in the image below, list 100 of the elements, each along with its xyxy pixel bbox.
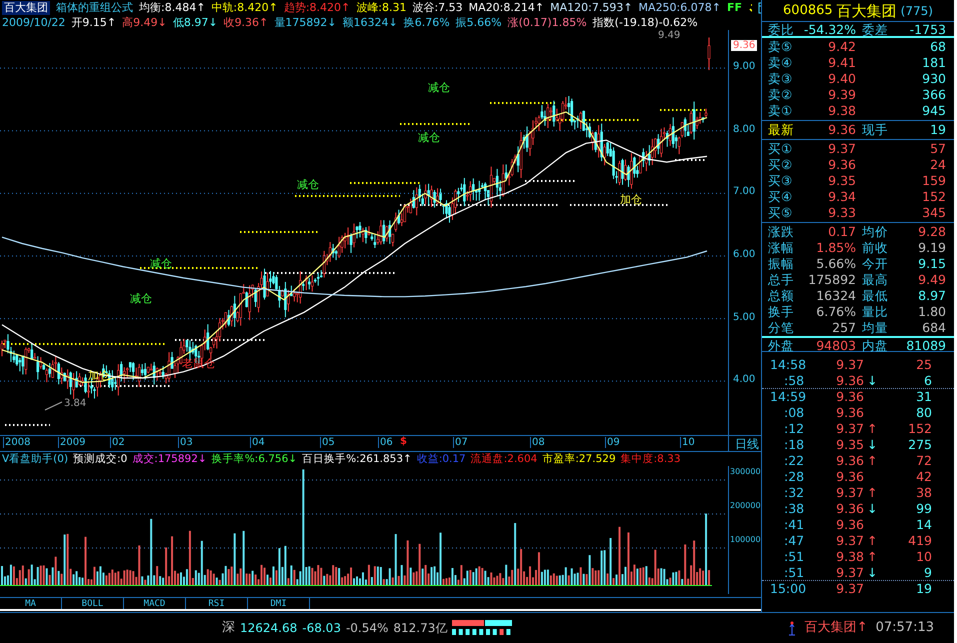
price-field: 指数(-19.18)-0.62% bbox=[592, 16, 698, 30]
tick-volume: 38 bbox=[915, 485, 932, 500]
bid-price: 9.36 bbox=[827, 157, 856, 173]
indicator-value: MA120:7.593↑ bbox=[550, 0, 633, 14]
price-axis-label: 7.00 bbox=[733, 186, 756, 198]
volume-indicator: 收益:0.17 bbox=[416, 452, 466, 466]
tick-price: 9.36 bbox=[835, 389, 864, 404]
tick-arrow: ↓ bbox=[866, 502, 878, 516]
window-icon[interactable] bbox=[758, 2, 761, 14]
bid-label: 买④ bbox=[768, 189, 794, 205]
tick-time: :51 bbox=[783, 565, 806, 580]
market-label: 深 bbox=[222, 621, 235, 635]
indicator-value: 中轨:8.420↑ bbox=[211, 0, 278, 14]
quote-label: 最新 bbox=[768, 122, 795, 138]
volume-axis-label: 300000 bbox=[730, 467, 761, 476]
tick-volume: 25 bbox=[915, 357, 932, 372]
indicator-value: 趋势:8.420↑ bbox=[284, 0, 350, 14]
volume-indicator: 换手率%:6.756↓ bbox=[212, 452, 298, 466]
stock-code: 600865 bbox=[783, 4, 833, 18]
ask-volume: 366 bbox=[921, 87, 946, 103]
stat-value: 9.15 bbox=[917, 256, 946, 272]
tick-time: :12 bbox=[783, 421, 806, 436]
bid-volume: 159 bbox=[921, 173, 946, 189]
bid-label: 买① bbox=[768, 141, 794, 157]
ask-label: 卖② bbox=[768, 87, 794, 103]
tick-volume: 419 bbox=[907, 533, 932, 548]
time-axis-label: 07 bbox=[453, 437, 468, 448]
time-axis-label: 08 bbox=[530, 437, 545, 448]
time-axis-label: 09 bbox=[605, 437, 620, 448]
tick-volume: 14 bbox=[915, 517, 932, 532]
ask-price: 9.40 bbox=[827, 71, 856, 87]
tick-arrow: ↑ bbox=[866, 454, 878, 468]
bid-volume: 57 bbox=[929, 141, 946, 157]
period-label[interactable]: 日线 bbox=[728, 436, 761, 451]
tick-arrow: ↑ bbox=[866, 550, 878, 564]
stat-label: 均量 bbox=[861, 320, 889, 336]
tick-time: :51 bbox=[783, 549, 806, 564]
price-field: 换6.76% bbox=[404, 16, 450, 30]
volume-indicator: 成交:175892↓ bbox=[132, 452, 207, 466]
tick-price: 9.37 bbox=[835, 565, 864, 580]
tick-price: 9.37 bbox=[835, 533, 864, 548]
price-field: 振5.66% bbox=[456, 16, 502, 30]
quote-value: 94803 bbox=[815, 338, 856, 354]
stat-value: 684 bbox=[921, 320, 946, 336]
signal-label: 减仓 bbox=[428, 80, 450, 95]
index-percent: -0.54% bbox=[346, 621, 388, 635]
price-field: 高9.49↓ bbox=[122, 16, 167, 30]
time-axis-label: 2008 bbox=[3, 437, 30, 448]
ask-price: 9.42 bbox=[827, 39, 856, 55]
stat-label: 换手 bbox=[768, 304, 795, 320]
indicator-value: MA250:6.078↑ bbox=[638, 0, 721, 14]
stat-label: 振幅 bbox=[768, 256, 795, 272]
price-field: 开9.15↑ bbox=[71, 16, 116, 30]
stock-name: 百大集团 bbox=[836, 4, 897, 18]
stat-label: 最低 bbox=[861, 288, 889, 304]
quote-label: 现手 bbox=[861, 122, 889, 138]
last-price: 9.36 bbox=[827, 122, 856, 138]
bid-price: 9.33 bbox=[827, 205, 856, 221]
indicator-value: 均衡:8.484↑ bbox=[139, 0, 206, 14]
stat-label: 总额 bbox=[768, 288, 795, 304]
event-marker: $ bbox=[400, 437, 407, 447]
tick-time: :47 bbox=[783, 533, 806, 548]
tick-time: :08 bbox=[783, 405, 806, 420]
time-axis-label: 05 bbox=[320, 437, 335, 448]
bid-label: 买③ bbox=[768, 173, 794, 189]
time-axis-label: 10 bbox=[680, 437, 695, 448]
tick-time: 15:00 bbox=[770, 581, 808, 596]
volume-indicator: V看盘助手(0) bbox=[2, 452, 68, 466]
stock-name: 百大集团↑ bbox=[804, 621, 868, 635]
antenna-icon bbox=[786, 620, 797, 636]
tick-time: :28 bbox=[783, 469, 806, 484]
tick-arrow: ↓ bbox=[866, 438, 878, 452]
ask-price: 9.38 bbox=[827, 103, 856, 119]
signal-label: 减仓 bbox=[418, 130, 440, 145]
tick-volume: 9 bbox=[923, 565, 932, 580]
tick-volume: 80 bbox=[915, 405, 932, 420]
formula-name: 箱体的重组公式 bbox=[56, 0, 133, 14]
tick-time: 14:58 bbox=[770, 357, 808, 372]
signal-label: 加仓 bbox=[620, 192, 642, 207]
bid-label: 买⑤ bbox=[768, 205, 794, 221]
tick-price: 9.38 bbox=[835, 549, 864, 564]
tick-price: 9.37 bbox=[835, 357, 864, 372]
stat-value: 9.49 bbox=[917, 272, 946, 288]
clock: 07:57:13 bbox=[876, 621, 934, 635]
indicator-value: MA20:8.214↑ bbox=[468, 0, 544, 14]
tick-time: :18 bbox=[783, 437, 806, 452]
tick-price: 9.36 bbox=[835, 405, 864, 420]
price-field: 额16324↓ bbox=[342, 16, 398, 30]
tick-price: 9.36 bbox=[835, 501, 864, 516]
time-axis-label: 03 bbox=[178, 437, 193, 448]
tick-arrow: ↓ bbox=[866, 374, 878, 388]
date-label: 2009/10/22 bbox=[2, 16, 66, 30]
ask-label: 卖③ bbox=[768, 71, 794, 87]
indicator-value: 波峰:8.31 bbox=[356, 0, 406, 14]
stat-label: 涨跌 bbox=[768, 224, 795, 240]
volume-indicator: 百日换手%:261.853↑ bbox=[302, 452, 412, 466]
price-axis-label: 5.00 bbox=[733, 312, 756, 323]
quote-value: 81089 bbox=[905, 338, 946, 354]
stat-value: 1.85% bbox=[815, 240, 856, 256]
tick-price: 9.36 bbox=[835, 517, 864, 532]
